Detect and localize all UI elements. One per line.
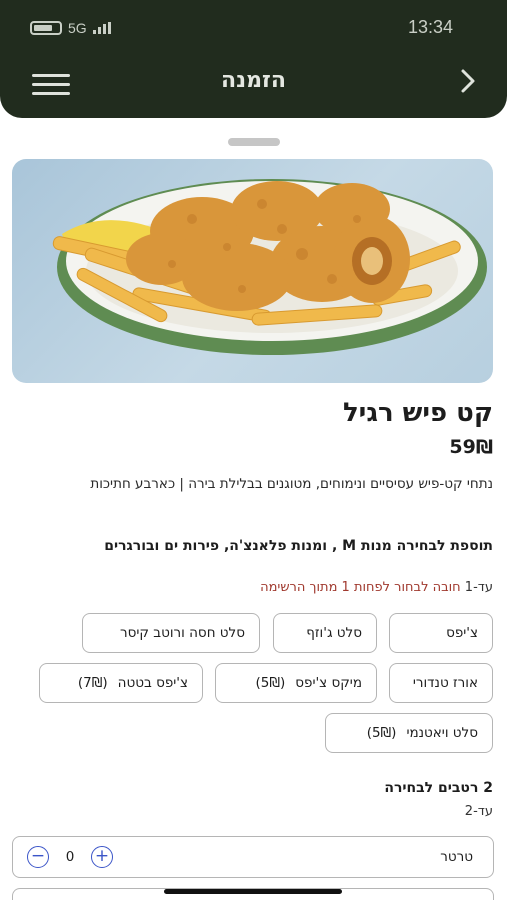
sheet-drag-handle[interactable] [228,138,280,146]
option-surcharge: (5₪) [255,675,286,691]
status-bar-signal: 5G [30,20,111,36]
signal-icon [92,22,111,34]
option-surcharge: (7₪) [77,675,108,691]
dish-photo [12,159,493,383]
option-chip-vietnamese-salad[interactable]: סלט ויאטנמי (5₪) [325,713,493,753]
side-options-note: עד-1 חובה לבחור לפחות 1 מתוך הרשימה [260,580,493,595]
option-chip-joseph-salad[interactable]: סלט ג'וזף [273,613,377,653]
minus-icon[interactable]: − [27,846,49,868]
option-label: סלט ג'וזף [306,625,362,641]
dish-name: קט פיש רגיל [342,398,493,428]
side-options-title: תוספת לבחירה מנות M , ומנות פלאנצ'ה, פיר… [104,538,493,554]
sauce-row-tartar: טרטר − 0 + [12,836,494,878]
page-title: הזמנה [221,68,286,93]
option-label: סלט ויאטנמי [406,725,478,741]
status-time: 13:34 [407,17,453,37]
app-header: 5G 13:34 הזמנה [0,0,507,118]
chevron-right-icon[interactable] [453,66,483,96]
option-label: צ'יפס בטטה [117,675,188,691]
dish-description: נתחי קט-פיש עסיסיים ונימוחים, מטוגנים בב… [90,476,493,492]
battery-icon [30,21,62,35]
network-label: 5G [68,20,87,36]
plus-icon[interactable]: + [91,846,113,868]
option-chip-fries-mix[interactable]: מיקס צ'יפס (5₪) [215,663,377,703]
required-note: חובה לבחור לפחות 1 מתוך הרשימה [260,580,461,595]
sauces-limit: עד-2 [464,804,493,819]
home-indicator[interactable] [164,889,342,894]
option-label: צ'יפס [446,625,478,641]
quantity-value: 0 [65,849,75,865]
option-label: אורז טנדורי [412,675,478,691]
option-label: סלט חסה ורוטב קיסר [120,625,245,641]
quantity-stepper: − 0 + [27,846,113,868]
sauce-label: טרטר [440,849,473,865]
option-chip-fries[interactable]: צ'יפס [389,613,493,653]
option-chip-sweet-potato-fries[interactable]: צ'יפס בטטה (7₪) [39,663,203,703]
option-surcharge: (5₪) [366,725,397,741]
sauces-title: 2 רטבים לבחירה [384,780,493,796]
option-chip-tandoori-rice[interactable]: אורז טנדורי [389,663,493,703]
dish-price: 59₪ [449,436,493,458]
option-chip-caesar-salad[interactable]: סלט חסה ורוטב קיסר [82,613,260,653]
side-options-limit: עד-1 [464,580,493,595]
option-label: מיקס צ'יפס [295,675,362,691]
